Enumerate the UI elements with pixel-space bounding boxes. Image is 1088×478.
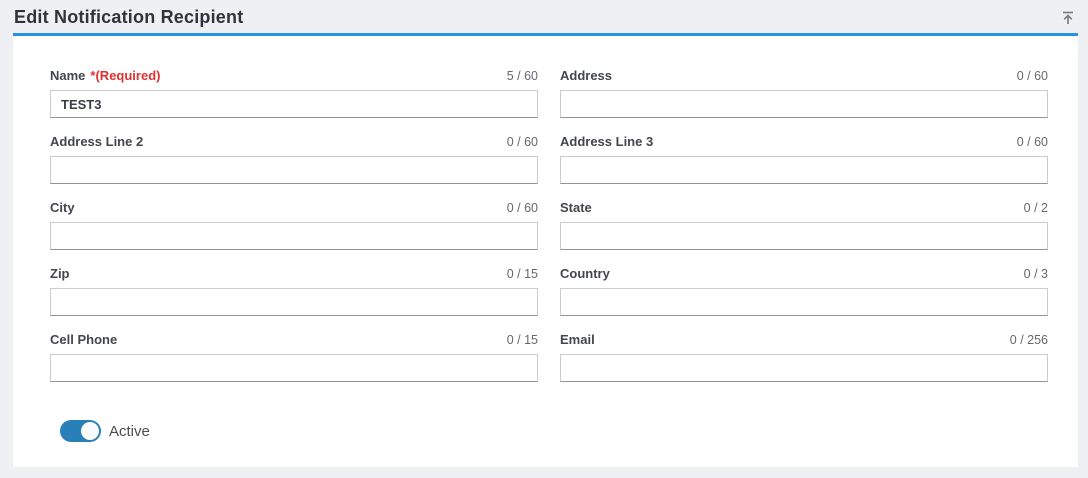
- field-char-counter: 0 / 60: [506, 135, 538, 149]
- field-char-counter: 0 / 15: [506, 267, 538, 281]
- field-label: City: [50, 199, 75, 217]
- field-label-row: Address 0 / 60: [560, 67, 1048, 85]
- field-state: State 0 / 2: [560, 199, 1048, 250]
- field-char-counter: 0 / 3: [1023, 267, 1048, 281]
- name-input[interactable]: [50, 90, 538, 118]
- city-input[interactable]: [50, 222, 538, 250]
- active-toggle-row: Active: [60, 420, 1078, 442]
- field-label-row: Address Line 2 0 / 60: [50, 133, 538, 151]
- field-label-text: Name: [50, 68, 86, 83]
- field-address: Address 0 / 60: [560, 67, 1048, 118]
- field-zip: Zip 0 / 15: [50, 265, 538, 316]
- field-char-counter: 0 / 256: [1009, 333, 1048, 347]
- zip-input[interactable]: [50, 288, 538, 316]
- field-label-row: Email 0 / 256: [560, 331, 1048, 349]
- address-input[interactable]: [560, 90, 1048, 118]
- field-label-row: State 0 / 2: [560, 199, 1048, 217]
- field-label: Country: [560, 265, 610, 283]
- email-input[interactable]: [560, 354, 1048, 382]
- field-label-row: Cell Phone 0 / 15: [50, 331, 538, 349]
- field-label-text: Country: [560, 266, 610, 281]
- field-char-counter: 5 / 60: [506, 69, 538, 83]
- field-label-text: Address: [560, 68, 613, 83]
- cell-phone-input[interactable]: [50, 354, 538, 382]
- field-label-text: Email: [560, 332, 595, 347]
- field-char-counter: 0 / 15: [506, 333, 538, 347]
- field-label: Cell Phone: [50, 331, 117, 349]
- field-required-note: *(Required): [90, 68, 161, 83]
- field-label-text: State: [560, 200, 592, 215]
- field-country: Country 0 / 3: [560, 265, 1048, 316]
- page-title: Edit Notification Recipient: [14, 7, 244, 27]
- field-char-counter: 0 / 60: [1016, 135, 1048, 149]
- active-toggle-knob: [81, 422, 99, 440]
- form-grid: Name *(Required) 5 / 60 Address 0 / 60 Ad…: [13, 36, 1078, 382]
- page-header: Edit Notification Recipient: [0, 0, 1088, 33]
- state-input[interactable]: [560, 222, 1048, 250]
- field-label-text: Cell Phone: [50, 332, 118, 347]
- field-char-counter: 0 / 2: [1023, 201, 1048, 215]
- field-label: Name *(Required): [50, 67, 160, 85]
- field-label: Address Line 2: [50, 133, 143, 151]
- collapse-up-icon: [1060, 10, 1076, 29]
- field-label-row: City 0 / 60: [50, 199, 538, 217]
- field-label-text: Zip: [50, 266, 70, 281]
- field-email: Email 0 / 256: [560, 331, 1048, 382]
- field-label-row: Country 0 / 3: [560, 265, 1048, 283]
- field-label-row: Name *(Required) 5 / 60: [50, 67, 538, 85]
- field-label-text: Address Line 3: [560, 134, 654, 149]
- field-city: City 0 / 60: [50, 199, 538, 250]
- field-label-row: Address Line 3 0 / 60: [560, 133, 1048, 151]
- edit-recipient-form-card: Name *(Required) 5 / 60 Address 0 / 60 Ad…: [13, 33, 1078, 467]
- collapse-panel-button[interactable]: [1058, 9, 1078, 29]
- address-line-3-input[interactable]: [560, 156, 1048, 184]
- field-char-counter: 0 / 60: [506, 201, 538, 215]
- field-label-text: City: [50, 200, 75, 215]
- active-toggle[interactable]: [60, 420, 101, 442]
- active-toggle-label: Active: [109, 422, 150, 440]
- field-address-line-3: Address Line 3 0 / 60: [560, 133, 1048, 184]
- field-name: Name *(Required) 5 / 60: [50, 67, 538, 118]
- field-address-line-2: Address Line 2 0 / 60: [50, 133, 538, 184]
- field-label: Address Line 3: [560, 133, 653, 151]
- field-label-text: Address Line 2: [50, 134, 144, 149]
- field-label: Zip: [50, 265, 70, 283]
- field-char-counter: 0 / 60: [1016, 69, 1048, 83]
- field-label: State: [560, 199, 592, 217]
- address-line-2-input[interactable]: [50, 156, 538, 184]
- country-input[interactable]: [560, 288, 1048, 316]
- field-label: Email: [560, 331, 595, 349]
- field-label-row: Zip 0 / 15: [50, 265, 538, 283]
- field-cell-phone: Cell Phone 0 / 15: [50, 331, 538, 382]
- field-label: Address: [560, 67, 612, 85]
